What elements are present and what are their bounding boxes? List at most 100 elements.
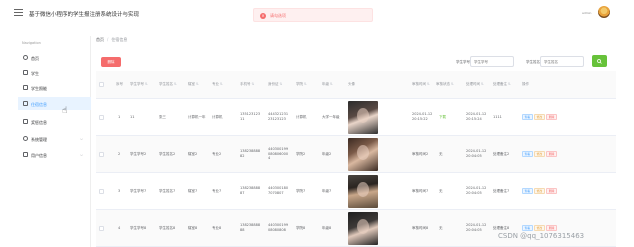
- avatar-image[interactable]: [348, 174, 378, 208]
- col-header-phone[interactable]: 手机号 ⇅: [240, 71, 260, 98]
- col-header-process-time[interactable]: 处理时间 ⇅: [466, 71, 490, 98]
- col-header-avatar: 头像: [348, 82, 355, 87]
- row-student-no: 学生学号7: [130, 188, 147, 193]
- row-dorm: 寝室8: [188, 225, 198, 230]
- row-dorm: 寝室2: [188, 151, 198, 156]
- breadcrumb-home[interactable]: 首页: [96, 37, 104, 42]
- row-name: 学生姓名7: [159, 188, 176, 193]
- row-remark: 处理备注8: [493, 225, 510, 230]
- row-process-time: 2024-01-12 20:04:05: [466, 186, 487, 195]
- breadcrumb: 首页 / 住宿信息: [96, 37, 128, 42]
- row-dorm: 寝室7: [188, 188, 198, 193]
- alert-message: 请勾选项: [270, 13, 286, 18]
- nav-heading: Navigation: [22, 41, 41, 45]
- delete-button[interactable]: 删除: [546, 114, 557, 120]
- student-no-search-input[interactable]: [470, 56, 514, 67]
- row-checkbox[interactable]: [99, 114, 104, 120]
- sidebar-item-system[interactable]: 系统管理 ⌵: [18, 132, 91, 145]
- col-header-audit-time[interactable]: 审核时间 ⇅: [412, 71, 432, 98]
- row-remark: 1111: [493, 114, 502, 119]
- row-index: 3: [118, 188, 121, 193]
- sidebar-item-rewards[interactable]: 奖惩信息: [18, 115, 91, 128]
- avatar-image[interactable]: [348, 137, 378, 171]
- error-alert: × 请勾选项: [253, 8, 373, 22]
- row-checkbox[interactable]: [99, 225, 104, 231]
- row-major: 专业8: [212, 225, 222, 230]
- avatar-image[interactable]: [348, 211, 378, 245]
- delete-button[interactable]: 删除: [546, 151, 557, 157]
- col-header-grade[interactable]: 年级 ⇅: [322, 71, 344, 98]
- delete-button[interactable]: 删除: [546, 188, 557, 194]
- edit-button[interactable]: 修改: [534, 114, 545, 120]
- home-icon: [23, 55, 28, 60]
- top-header: 基于微信小程序的学生报注册系统设计与实现 × 请勾选项 admin: [0, 0, 634, 26]
- row-index: 2: [118, 151, 121, 156]
- row-checkbox[interactable]: [99, 151, 104, 157]
- sidebar-item-dorm-info[interactable]: 住宿信息: [18, 97, 91, 110]
- avatar[interactable]: [598, 6, 610, 18]
- sidebar: Navigation 首页 学生 学生照能 住宿信息 奖惩信息 系统管理 ⌵ 用…: [18, 36, 91, 247]
- sidebar-item-label: 学生: [31, 70, 39, 76]
- row-id-card: 44432123123123123: [268, 112, 289, 121]
- avatar-image[interactable]: [348, 100, 378, 134]
- search-icon: [597, 58, 602, 64]
- chart-icon: [23, 119, 28, 124]
- col-header-college[interactable]: 学院 ⇅: [296, 71, 316, 98]
- view-button[interactable]: 查看: [522, 151, 533, 157]
- row-major: 计算机: [212, 114, 223, 119]
- row-id-card: 4403001990808060004: [268, 147, 289, 161]
- col-header-id-card[interactable]: 身份证 ⇅: [268, 71, 288, 98]
- search-button[interactable]: [592, 55, 607, 67]
- batch-delete-button[interactable]: 删除: [101, 57, 121, 67]
- row-college: 学院2: [296, 151, 306, 156]
- row-grade: 年级2: [322, 151, 332, 156]
- chevron-down-icon: ⌵: [79, 136, 83, 141]
- dorm-info-table: 序号 学生学号 ⇅ 学生姓名 ⇅ 寝室 ⇅ 专业 ⇅ 手机号 ⇅ 身份证 ⇅ 学院 ⇅ 年级 ⇅…: [96, 71, 616, 247]
- col-header-student-no[interactable]: 学生学号 ⇅: [130, 71, 156, 98]
- sidebar-item-label: 用户信息: [31, 152, 47, 158]
- sidebar-item-label: 学生照能: [31, 85, 47, 91]
- row-checkbox[interactable]: [99, 188, 104, 194]
- col-header-actions: 操作: [522, 82, 529, 87]
- sidebar-item-label: 系统管理: [31, 136, 47, 142]
- col-header-major[interactable]: 专业 ⇅: [212, 71, 232, 98]
- watermark: CSDN @qq_1076315463: [498, 232, 585, 240]
- col-header-remark[interactable]: 处理备注 ⇅: [493, 71, 515, 98]
- row-phone: 13823888887: [240, 186, 261, 195]
- row-audit-time: 2024-01-12 20:15:22: [412, 112, 433, 121]
- select-all-checkbox[interactable]: [99, 82, 104, 87]
- row-process-time: 2024-01-12 20:15:24: [466, 112, 487, 121]
- row-grade: 年级7: [322, 188, 332, 193]
- sidebar-item-home[interactable]: 首页: [18, 51, 91, 64]
- row-dorm: 计算机一年: [188, 114, 206, 119]
- row-remark: 处理备注2: [493, 151, 510, 156]
- edit-button[interactable]: 修改: [534, 225, 545, 231]
- settings-icon: [23, 136, 28, 141]
- sidebar-item-student-photo[interactable]: 学生照能: [18, 81, 91, 94]
- col-header-status[interactable]: 审核状态 ⇅: [436, 71, 456, 98]
- edit-button[interactable]: 修改: [534, 188, 545, 194]
- view-button[interactable]: 查看: [522, 188, 533, 194]
- col-header-dorm[interactable]: 寝室 ⇅: [188, 71, 208, 98]
- hamburger-menu-icon[interactable]: [14, 9, 23, 16]
- chevron-down-icon: ⌵: [79, 152, 83, 157]
- edit-button[interactable]: 修改: [534, 151, 545, 157]
- mouse-cursor-icon: ☝: [62, 106, 68, 116]
- row-major: 专业7: [212, 188, 222, 193]
- sidebar-item-student[interactable]: 学生: [18, 66, 91, 79]
- row-process-time: 2024-01-12 20:04:05: [466, 149, 487, 158]
- row-index: 4: [118, 225, 121, 230]
- row-audit-time: 审核时间8: [412, 225, 429, 230]
- sidebar-item-user-info[interactable]: 用户信息 ⌵: [18, 148, 91, 161]
- view-button[interactable]: 查看: [522, 114, 533, 120]
- row-process-time: 2024-01-12 20:04:05: [466, 223, 487, 232]
- bed-icon: [23, 101, 28, 106]
- col-header-name[interactable]: 学生姓名 ⇅: [159, 71, 185, 98]
- row-audit-time: 审核时间7: [412, 188, 429, 193]
- student-name-search-input[interactable]: [540, 56, 584, 67]
- sidebar-item-label: 首页: [31, 55, 39, 61]
- account-icon: [23, 152, 28, 157]
- user-name[interactable]: admin: [582, 11, 591, 15]
- delete-button[interactable]: 删除: [546, 225, 557, 231]
- view-button[interactable]: 查看: [522, 225, 533, 231]
